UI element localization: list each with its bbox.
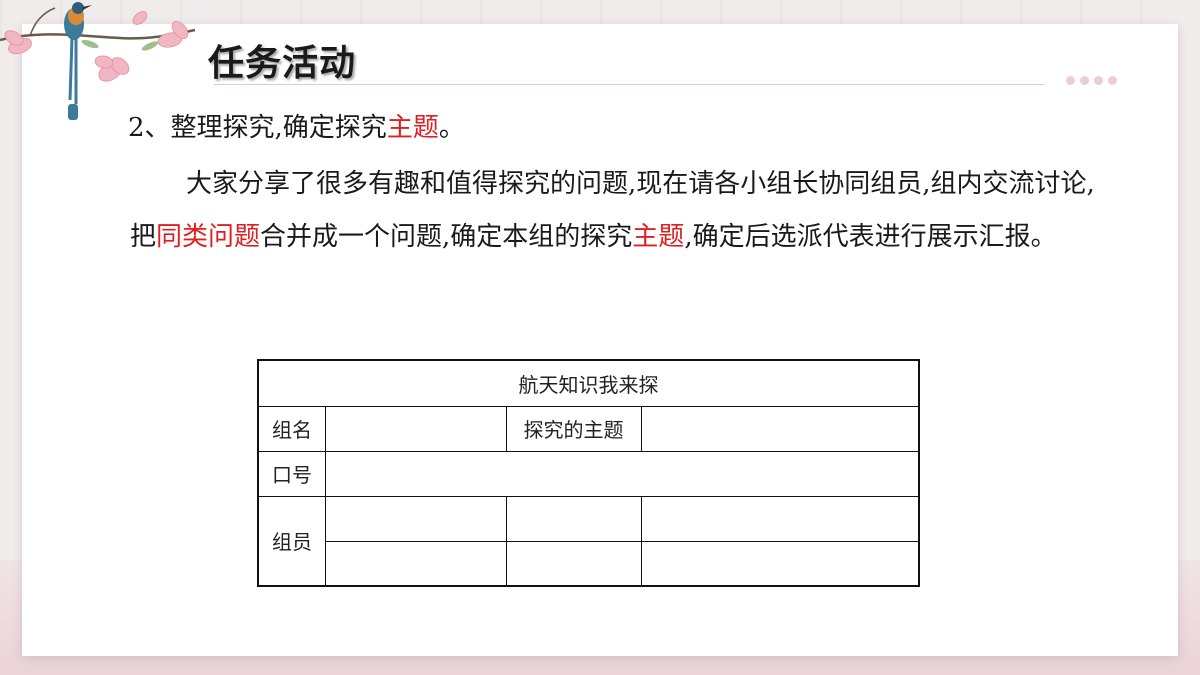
heading-text: 2、整理探究,确定探究 [128, 113, 387, 143]
group-name-field[interactable] [326, 407, 506, 451]
topic-label: 探究的主题 [523, 418, 624, 442]
topic-field[interactable] [642, 407, 918, 451]
slide-title: 任务活动 [208, 43, 357, 84]
para-text-3: ,确定后选派代表进行展示汇报。 [684, 222, 1057, 252]
dot-icon [1080, 76, 1089, 85]
group-name-label: 组名 [272, 418, 312, 442]
dot-icon [1108, 76, 1117, 85]
instruction-paragraph: 大家分享了很多有趣和值得探究的问题,现在请各小组长协同组员,组内交流讨论,把同类… [130, 158, 1105, 264]
table-title: 航天知识我来探 [518, 373, 659, 397]
para-highlight-similar-questions: 同类问题 [156, 222, 261, 252]
task-heading: 2、整理探究,确定探究主题。 [128, 108, 465, 148]
member-field[interactable] [507, 542, 641, 585]
para-text-2: 合并成一个问题,确定本组的探究 [260, 222, 633, 252]
member-field[interactable] [326, 542, 506, 585]
dot-icon [1094, 76, 1103, 85]
heading-highlight: 主题 [386, 113, 439, 143]
dot-icon [1066, 76, 1075, 85]
heading-suffix: 。 [438, 113, 465, 143]
slogan-label: 口号 [272, 463, 312, 487]
member-field[interactable] [326, 497, 506, 541]
title-divider [214, 84, 1044, 85]
member-field[interactable] [642, 542, 918, 585]
slogan-field[interactable] [326, 452, 918, 496]
member-field[interactable] [642, 497, 918, 541]
decorative-dots [1066, 70, 1122, 85]
group-info-table: 航天知识我来探 组名 探究的主题 口号 组员 [257, 359, 920, 587]
members-label: 组员 [272, 530, 312, 554]
member-field[interactable] [507, 497, 641, 541]
para-highlight-topic: 主题 [632, 222, 685, 252]
